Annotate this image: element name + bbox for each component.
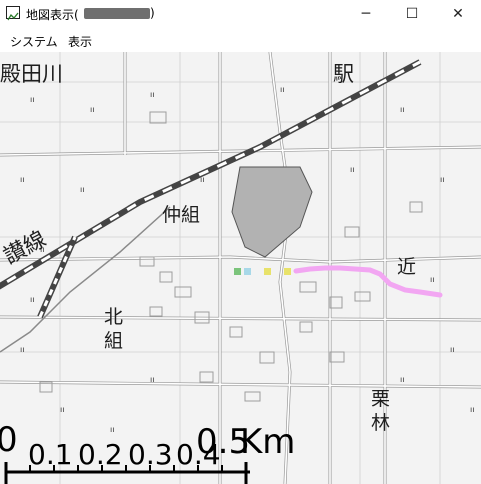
scale-bar: 0 0.1 0.2 0.3 0.4 0.5 Km <box>0 417 481 484</box>
window-title-suffix: ) <box>150 6 155 20</box>
redacted-title-region <box>84 8 150 19</box>
svg-text:ıı: ıı <box>20 345 24 354</box>
svg-text:ıı: ıı <box>150 375 154 384</box>
map-label-kita: 北 <box>104 306 124 328</box>
svg-text:ıı: ıı <box>400 375 404 384</box>
svg-text:ıı: ıı <box>30 95 34 104</box>
menu-system[interactable]: システム <box>10 33 58 50</box>
svg-text:ıı: ıı <box>80 185 84 194</box>
scale-label-0.1: 0.1 <box>28 438 73 471</box>
map-label-kumi: 組 <box>104 330 124 352</box>
menu-bar: システム 表示 <box>0 28 481 52</box>
map-label-kuri: 栗 <box>371 388 391 410</box>
svg-text:ıı: ıı <box>350 165 354 174</box>
scale-label-0.3: 0.3 <box>128 438 173 471</box>
scale-label-0.2: 0.2 <box>78 438 123 471</box>
title-bar[interactable]: 地図表示( ) ─ ☐ ✕ <box>0 0 481 28</box>
svg-text:ıı: ıı <box>280 85 284 94</box>
map-label-nakagumi: 仲組 <box>162 204 201 226</box>
scale-label-0: 0 <box>0 420 18 460</box>
minimize-button[interactable]: ─ <box>343 0 389 28</box>
window-title: 地図表示( <box>26 8 79 22</box>
scale-unit-km: Km <box>240 422 296 462</box>
map-label-station: 駅 <box>333 62 354 86</box>
svg-text:ıı: ıı <box>30 295 34 304</box>
svg-text:ıı: ıı <box>470 405 474 414</box>
map-label-river: 殿田川 <box>0 62 63 86</box>
menu-view[interactable]: 表示 <box>68 33 92 50</box>
svg-text:ıı: ıı <box>450 345 454 354</box>
svg-text:ıı: ıı <box>400 105 404 114</box>
maximize-button[interactable]: ☐ <box>389 0 435 28</box>
svg-text:ıı: ıı <box>60 405 64 414</box>
map-view[interactable]: ıı ıı ıı ıı ıı ıı ıı ıı ıı ıı ıı ıı ıı ıı ıı ıı ıı ıı… <box>0 52 481 484</box>
svg-text:ıı: ıı <box>90 105 94 114</box>
svg-text:ıı: ıı <box>430 275 434 284</box>
map-label-chika: 近 <box>397 256 417 278</box>
svg-text:ıı: ıı <box>150 90 154 99</box>
svg-text:ıı: ıı <box>20 175 24 184</box>
svg-text:ıı: ıı <box>200 175 204 184</box>
map-app-icon <box>6 6 20 21</box>
svg-text:ıı: ıı <box>440 175 444 184</box>
close-button[interactable]: ✕ <box>435 0 481 28</box>
